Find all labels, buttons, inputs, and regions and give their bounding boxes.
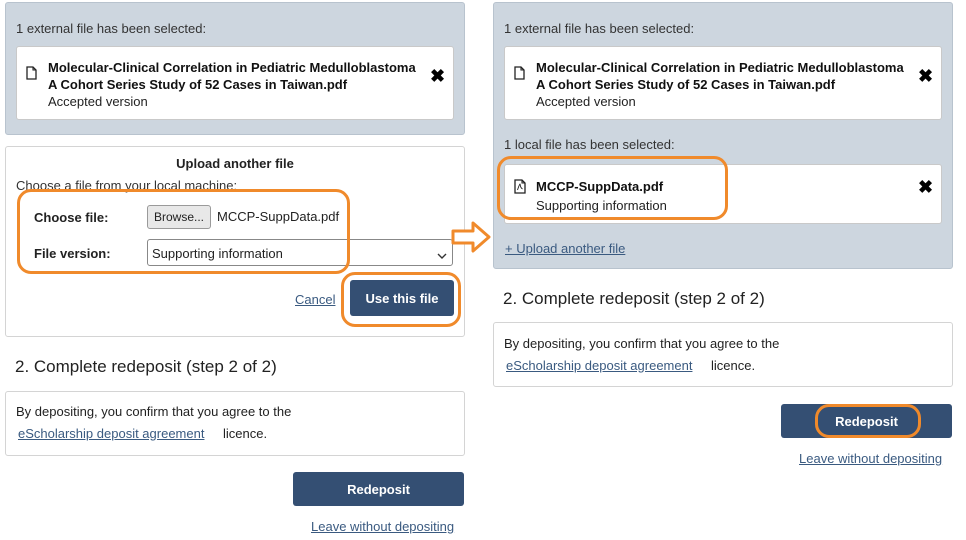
right-arrow-icon <box>450 220 492 259</box>
left-external-header: 1 external file has been selected: <box>16 21 207 36</box>
highlight-outline-local-file <box>497 156 728 220</box>
left-redeposit-button[interactable]: Redeposit <box>293 472 464 506</box>
right-files-panel: 1 external file has been selected: Molec… <box>493 2 953 269</box>
left-external-file-card: Molecular-Clinical Correlation in Pediat… <box>16 46 454 120</box>
right-leave-link[interactable]: Leave without depositing <box>799 451 942 466</box>
right-step-title: 2. Complete redeposit (step 2 of 2) <box>503 289 765 308</box>
left-external-file-version: Accepted version <box>48 94 148 109</box>
left-external-file-name-line1: Molecular-Clinical Correlation in Pediat… <box>48 60 416 75</box>
left-agreement-suffix: licence. <box>223 426 268 441</box>
left-redeposit-label: Redeposit <box>347 481 410 497</box>
left-external-file-name-line2: A Cohort Series Study of 52 Cases in Tai… <box>48 77 348 92</box>
left-external-panel: 1 external file has been selected: Molec… <box>5 2 465 135</box>
close-icon[interactable]: ✖ <box>430 67 445 85</box>
chevron-down-icon <box>437 247 447 265</box>
cancel-link[interactable]: Cancel <box>295 292 335 307</box>
right-agreement-suffix: licence. <box>711 358 756 373</box>
highlight-outline-use-button <box>341 272 461 327</box>
left-step-title: 2. Complete redeposit (step 2 of 2) <box>15 357 277 376</box>
right-external-header: 1 external file has been selected: <box>504 21 695 36</box>
right-agreement-card: By depositing, you confirm that you agre… <box>493 322 953 387</box>
left-agreement-link[interactable]: eScholarship deposit agreement <box>18 426 204 441</box>
left-agreement-card: By depositing, you confirm that you agre… <box>5 391 465 456</box>
right-agreement-text: By depositing, you confirm that you agre… <box>504 336 780 351</box>
document-icon <box>26 66 37 80</box>
right-external-file-name-line2: A Cohort Series Study of 52 Cases in Tai… <box>536 77 836 92</box>
right-external-file-name-line1: Molecular-Clinical Correlation in Pediat… <box>536 60 904 75</box>
right-external-file-card: Molecular-Clinical Correlation in Pediat… <box>504 46 942 120</box>
document-icon <box>514 66 525 80</box>
left-leave-link[interactable]: Leave without depositing <box>311 519 454 534</box>
close-icon[interactable]: ✖ <box>918 67 933 85</box>
upload-another-link[interactable]: + Upload another file <box>505 241 625 256</box>
right-agreement-link[interactable]: eScholarship deposit agreement <box>506 358 692 373</box>
highlight-outline-redeposit <box>815 404 921 438</box>
left-agreement-text: By depositing, you confirm that you agre… <box>16 404 292 419</box>
highlight-outline-upload-fields <box>17 189 350 274</box>
close-icon[interactable]: ✖ <box>918 178 933 196</box>
right-external-file-version: Accepted version <box>536 94 636 109</box>
upload-title: Upload another file <box>176 156 294 171</box>
right-local-header: 1 local file has been selected: <box>504 137 675 152</box>
